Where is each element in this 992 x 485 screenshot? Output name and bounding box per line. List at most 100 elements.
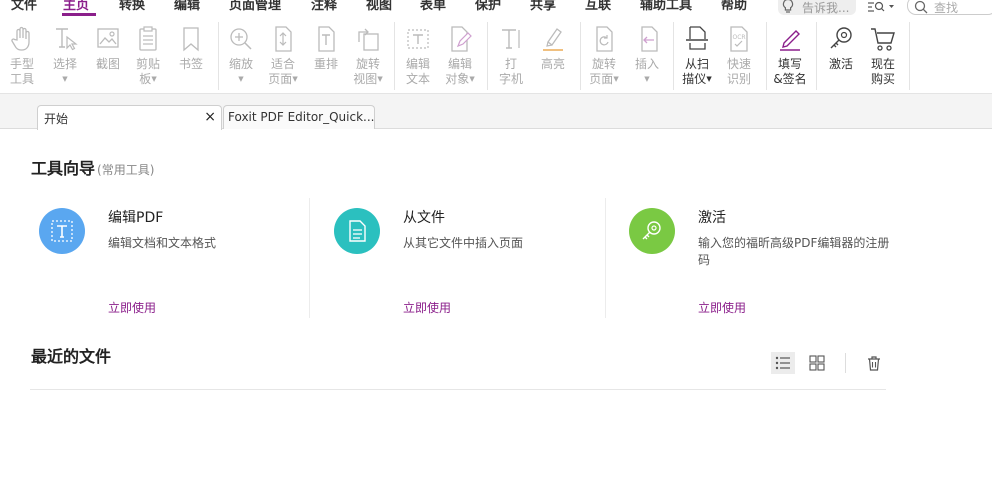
select-cursor-icon <box>56 28 78 51</box>
menu-home[interactable]: 主页 <box>63 0 89 14</box>
reflow-tool-button[interactable]: 重排 <box>307 24 345 72</box>
grid-view-button[interactable] <box>805 352 829 374</box>
recent-files-title: 最近的文件 <box>31 347 112 366</box>
search-mode-icon[interactable] <box>866 0 896 14</box>
document-icon <box>349 220 366 242</box>
menu-convert[interactable]: 转换 <box>119 0 145 14</box>
tools-guide-subtitle: (常用工具) <box>97 163 155 177</box>
card-from-file: 从文件 从其它文件中插入页面 立即使用 <box>326 198 621 318</box>
tool-label: 打字机 <box>498 57 523 86</box>
tell-me-box[interactable]: 告诉我... <box>778 0 856 15</box>
toolbar-separator <box>766 22 767 90</box>
activate-tool-button[interactable]: 激活 <box>822 24 860 72</box>
menu-view[interactable]: 视图 <box>366 0 392 14</box>
key-icon <box>830 27 852 49</box>
edit-pdf-icon <box>51 220 73 242</box>
rotate-page-icon <box>596 26 613 52</box>
document-tab-strip: 开始 × Foxit PDF Editor_Quick... <box>0 94 992 130</box>
card-description: 编辑文档和文本格式 <box>108 236 217 250</box>
recent-files-divider <box>30 389 886 390</box>
menu-comment[interactable]: 注释 <box>311 0 337 14</box>
reflow-icon <box>318 26 335 52</box>
tell-me-placeholder: 告诉我... <box>802 1 850 15</box>
search-icon <box>914 0 928 14</box>
from-scanner-tool-button[interactable]: 从扫 描仪▼ <box>678 24 716 87</box>
highlight-icon <box>543 28 563 51</box>
card-title: 激活 <box>698 210 726 226</box>
menu-edit[interactable]: 编辑 <box>174 0 200 14</box>
toolbar-separator <box>218 22 219 90</box>
tool-label: 截图 <box>95 57 120 71</box>
trash-icon <box>868 356 880 371</box>
tools-guide-title: 工具向导 (常用工具) <box>31 159 155 178</box>
hand-icon <box>11 26 30 51</box>
menu-bar: 文件 主页 转换 编辑 页面管理 注释 视图 表单 保护 共享 互联 辅助工具 … <box>0 0 992 16</box>
fill-sign-tool-button[interactable]: 填写 &签名 <box>771 24 809 87</box>
view-separator <box>845 353 846 373</box>
highlight-tool-button[interactable]: 高亮 <box>534 24 572 72</box>
menu-help[interactable]: 帮助 <box>721 0 747 14</box>
svg-text:OCR: OCR <box>733 34 746 41</box>
rotate-page-tool-button[interactable]: 旋转 页面▼ <box>585 24 623 87</box>
search-input[interactable]: 查找 <box>907 0 992 15</box>
snapshot-tool-button[interactable]: 截图 <box>89 24 127 72</box>
cart-icon <box>871 28 895 51</box>
quick-ocr-tool-button[interactable]: OCR 快速 识别 <box>720 24 758 87</box>
edit-object-icon <box>451 26 472 52</box>
bookmark-tool-button[interactable]: 书签 <box>172 24 210 72</box>
use-now-link[interactable]: 立即使用 <box>108 299 156 316</box>
ribbon-toolbar: 手型 工具 选择 ▼ 截图 剪贴 板▼ 书签 缩放 ▼ 适合 页面▼ 重排 旋转… <box>0 16 992 94</box>
typewriter-icon <box>502 29 520 49</box>
card-title: 从文件 <box>403 210 445 226</box>
list-view-button[interactable] <box>771 352 795 374</box>
bookmark-icon <box>183 27 199 52</box>
menu-accessibility[interactable]: 辅助工具 <box>640 0 692 14</box>
select-tool-button[interactable]: 选择 ▼ <box>46 24 84 87</box>
card-description: 从其它文件中插入页面 <box>403 236 524 250</box>
tool-label: 编辑 文本 <box>405 57 430 86</box>
menu-file[interactable]: 文件 <box>11 0 37 14</box>
use-now-link[interactable]: 立即使用 <box>403 299 451 316</box>
tab-document[interactable]: Foxit PDF Editor_Quick... <box>223 105 375 129</box>
tool-label: 书签 <box>178 57 203 71</box>
tool-label: 现在 购买 <box>870 57 895 86</box>
insert-tool-button[interactable]: 插入 ▼ <box>628 24 666 87</box>
menu-form[interactable]: 表单 <box>420 0 446 14</box>
card-divider <box>309 198 310 318</box>
zoom-icon <box>230 28 252 50</box>
tool-label: 填写 &签名 <box>773 57 807 86</box>
toolbar-separator <box>487 22 488 90</box>
hand-tool-button[interactable]: 手型 工具 <box>3 24 41 87</box>
edit-pdf-badge[interactable] <box>39 208 85 254</box>
zoom-tool-button[interactable]: 缩放 ▼ <box>222 24 260 87</box>
menu-page-management[interactable]: 页面管理 <box>229 0 281 14</box>
use-now-link[interactable]: 立即使用 <box>698 299 746 316</box>
toolbar-separator <box>909 22 910 90</box>
fit-page-icon <box>275 26 292 52</box>
clear-recent-button[interactable] <box>862 352 886 374</box>
menu-share[interactable]: 共享 <box>530 0 556 14</box>
menu-connect[interactable]: 互联 <box>585 0 611 14</box>
insert-page-icon <box>641 26 658 52</box>
menu-protect[interactable]: 保护 <box>475 0 501 14</box>
toolbar-separator <box>580 22 581 90</box>
grid-view-icon <box>809 355 825 371</box>
rotate-view-tool-button[interactable]: 旋转 视图▼ <box>349 24 387 87</box>
edit-object-tool-button[interactable]: 编辑 对象▼ <box>441 24 479 87</box>
activate-badge[interactable] <box>629 208 675 254</box>
typewriter-tool-button[interactable]: 打字机 <box>492 24 530 87</box>
fit-page-tool-button[interactable]: 适合 页面▼ <box>264 24 302 87</box>
tab-start[interactable]: 开始 × <box>37 105 222 130</box>
tool-label: 激活 <box>828 57 853 71</box>
edit-text-tool-button[interactable]: 编辑 文本 <box>399 24 437 87</box>
buy-now-tool-button[interactable]: 现在 购买 <box>864 24 902 87</box>
close-icon[interactable]: × <box>204 109 216 125</box>
lightbulb-icon <box>782 0 794 13</box>
from-file-badge[interactable] <box>334 208 380 254</box>
card-edit-pdf: 编辑PDF 编辑文档和文本格式 立即使用 <box>31 198 326 318</box>
key-icon <box>642 221 661 240</box>
tool-label: 旋转 页面▼ <box>589 57 619 86</box>
tool-label: 从扫 描仪▼ <box>682 57 712 86</box>
clipboard-tool-button[interactable]: 剪贴 板▼ <box>129 24 167 87</box>
tool-label: 快速 识别 <box>726 57 751 86</box>
